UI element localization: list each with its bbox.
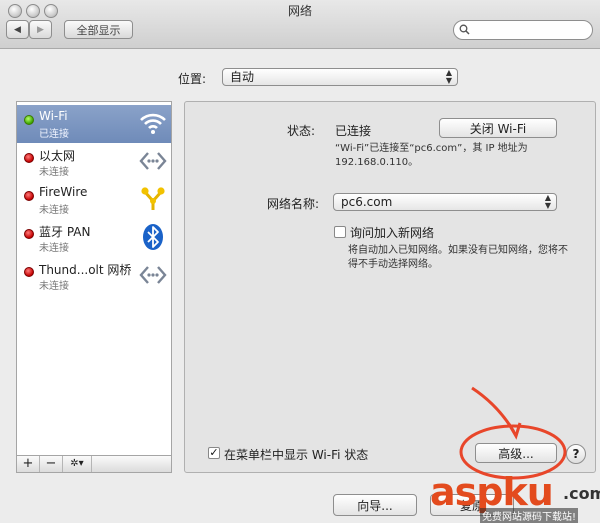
annotation-overlay xyxy=(459,386,567,480)
watermark-logo: aspku .com 免费网站源码下载站! xyxy=(430,470,600,523)
watermark-dotcom: .com xyxy=(563,484,600,503)
watermark-subtitle: 免费网站源码下载站! xyxy=(480,508,579,523)
